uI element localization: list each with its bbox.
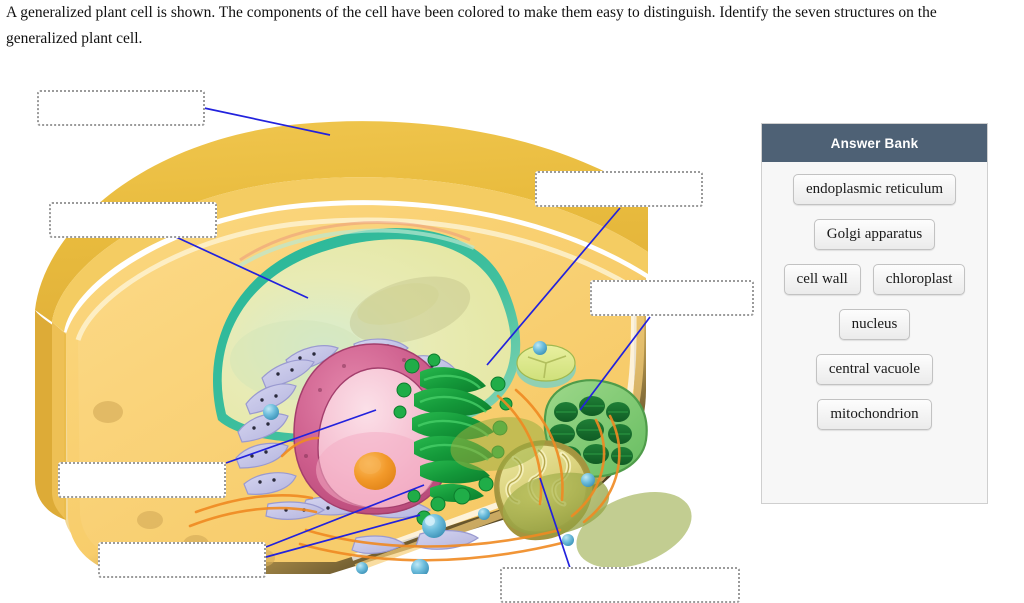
answer-bank-row: Golgi apparatus bbox=[772, 219, 977, 250]
answer-bank-row: mitochondrion bbox=[772, 399, 977, 430]
answer-bank-panel: Answer Bank endoplasmic reticulum Golgi … bbox=[761, 123, 988, 504]
answer-chip-golgi-apparatus[interactable]: Golgi apparatus bbox=[813, 219, 936, 250]
dropzone-7[interactable] bbox=[500, 567, 740, 603]
answer-chip-nucleus[interactable]: nucleus bbox=[838, 309, 911, 340]
answer-bank-row: nucleus bbox=[772, 309, 977, 340]
dropzone-5[interactable] bbox=[58, 462, 226, 498]
answer-bank-row: endoplasmic reticulum bbox=[772, 174, 977, 205]
dropzone-4[interactable] bbox=[590, 280, 754, 316]
answer-bank-row: cell wall chloroplast bbox=[772, 264, 977, 295]
answer-chip-endoplasmic-reticulum[interactable]: endoplasmic reticulum bbox=[792, 174, 957, 205]
answer-chip-cell-wall[interactable]: cell wall bbox=[783, 264, 861, 295]
dropzone-3[interactable] bbox=[535, 171, 703, 207]
answer-bank-row: central vacuole bbox=[772, 354, 977, 385]
dropzone-1[interactable] bbox=[37, 90, 205, 126]
dropzone-6[interactable] bbox=[98, 542, 266, 578]
answer-chip-chloroplast[interactable]: chloroplast bbox=[872, 264, 966, 295]
answer-bank-title: Answer Bank bbox=[762, 124, 987, 162]
dropzone-2[interactable] bbox=[49, 202, 217, 238]
answer-chip-central-vacuole[interactable]: central vacuole bbox=[815, 354, 934, 385]
question-prompt: A generalized plant cell is shown. The c… bbox=[6, 4, 937, 47]
answer-bank-list: endoplasmic reticulum Golgi apparatus ce… bbox=[762, 162, 987, 440]
answer-chip-mitochondrion[interactable]: mitochondrion bbox=[817, 399, 932, 430]
